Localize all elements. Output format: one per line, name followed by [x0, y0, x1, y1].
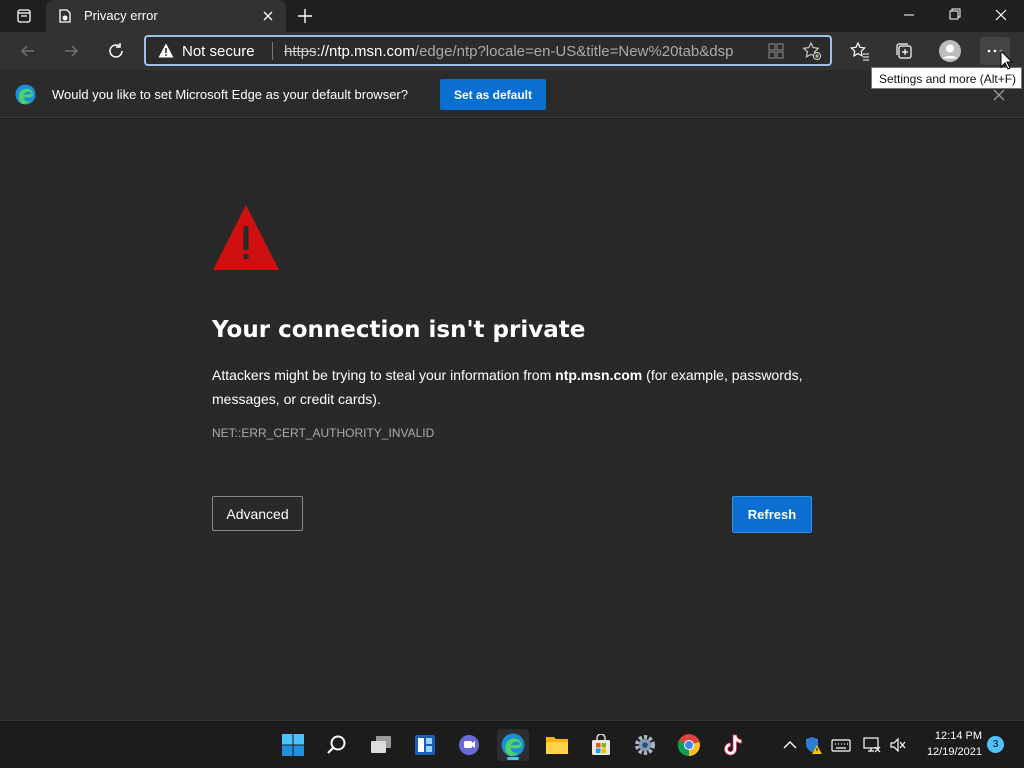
new-tab-icon[interactable] [292, 4, 318, 28]
close-infobar-icon[interactable] [992, 88, 1006, 102]
keyboard-icon[interactable] [831, 735, 851, 755]
not-secure-label[interactable]: Not secure [182, 43, 255, 60]
active-app-indicator [507, 757, 519, 760]
edge-logo-icon [15, 84, 36, 105]
restore-icon[interactable] [932, 0, 978, 30]
profile-avatar-icon[interactable] [935, 37, 965, 65]
error-heading: Your connection isn't private [212, 317, 586, 343]
edge-taskbar-icon[interactable] [497, 729, 529, 761]
taskbar: 12:14 PM 12/19/2021 3 [0, 720, 1024, 768]
clock-date[interactable]: 12/19/2021 [916, 746, 982, 758]
back-icon[interactable] [13, 37, 43, 65]
settings-tooltip: Settings and more (Alt+F) [871, 67, 1022, 89]
tab-privacy-error[interactable]: Privacy error [46, 0, 286, 32]
mouse-cursor-icon [1000, 50, 1014, 70]
set-as-default-button[interactable]: Set as default [440, 79, 546, 110]
start-icon[interactable] [277, 729, 309, 761]
show-hidden-icons-icon[interactable] [780, 735, 800, 755]
security-warning-icon[interactable] [803, 735, 823, 755]
tab-actions-icon[interactable] [8, 4, 40, 28]
broken-page-icon [59, 9, 71, 23]
favorites-icon[interactable] [845, 37, 875, 65]
error-description: Attackers might be trying to steal your … [212, 363, 812, 411]
tiktok-icon[interactable] [717, 729, 749, 761]
teams-chat-icon[interactable] [453, 729, 485, 761]
warning-icon[interactable] [158, 43, 174, 58]
address-bar[interactable]: Not secure https://ntp.msn.com/edge/ntp?… [144, 35, 832, 66]
store-icon[interactable] [585, 729, 617, 761]
widgets-icon[interactable] [409, 729, 441, 761]
minimize-icon[interactable] [886, 0, 932, 30]
app-available-icon[interactable] [766, 42, 786, 60]
description-text: Attackers might be trying to steal your … [212, 367, 556, 383]
forward-icon[interactable] [56, 37, 86, 65]
collections-icon[interactable] [889, 37, 919, 65]
url-path: /edge/ntp?locale=en-US&title=New%20tab&d… [414, 43, 734, 60]
infobar-message: Would you like to set Microsoft Edge as … [52, 87, 408, 102]
refresh-icon[interactable] [101, 37, 131, 65]
chrome-icon[interactable] [673, 729, 705, 761]
close-window-icon[interactable] [978, 0, 1024, 30]
notification-badge[interactable]: 3 [987, 736, 1004, 753]
address-divider [272, 42, 273, 60]
network-icon[interactable] [862, 735, 882, 755]
url-text[interactable]: https://ntp.msn.com/edge/ntp?locale=en-U… [284, 43, 756, 60]
url-host: ://ntp.msn.com [316, 43, 415, 60]
advanced-button[interactable]: Advanced [212, 496, 303, 531]
title-bar: Privacy error [0, 0, 1024, 32]
tab-title: Privacy error [84, 8, 158, 23]
add-favorite-icon[interactable] [802, 41, 822, 61]
error-warning-icon [213, 205, 279, 270]
refresh-button[interactable]: Refresh [732, 496, 812, 533]
close-tab-icon[interactable] [260, 8, 276, 24]
description-host: ntp.msn.com [555, 367, 643, 383]
file-explorer-icon[interactable] [541, 729, 573, 761]
task-view-icon[interactable] [365, 729, 397, 761]
search-icon[interactable] [321, 729, 353, 761]
error-code: NET::ERR_CERT_AUTHORITY_INVALID [212, 426, 435, 440]
volume-muted-icon[interactable] [888, 735, 908, 755]
url-scheme: https [284, 43, 317, 60]
settings-gear-icon[interactable] [629, 729, 661, 761]
clock-time[interactable]: 12:14 PM [916, 730, 982, 742]
navigation-bar: Not secure https://ntp.msn.com/edge/ntp?… [0, 32, 1024, 70]
error-page: Your connection isn't private Attackers … [0, 119, 1024, 720]
